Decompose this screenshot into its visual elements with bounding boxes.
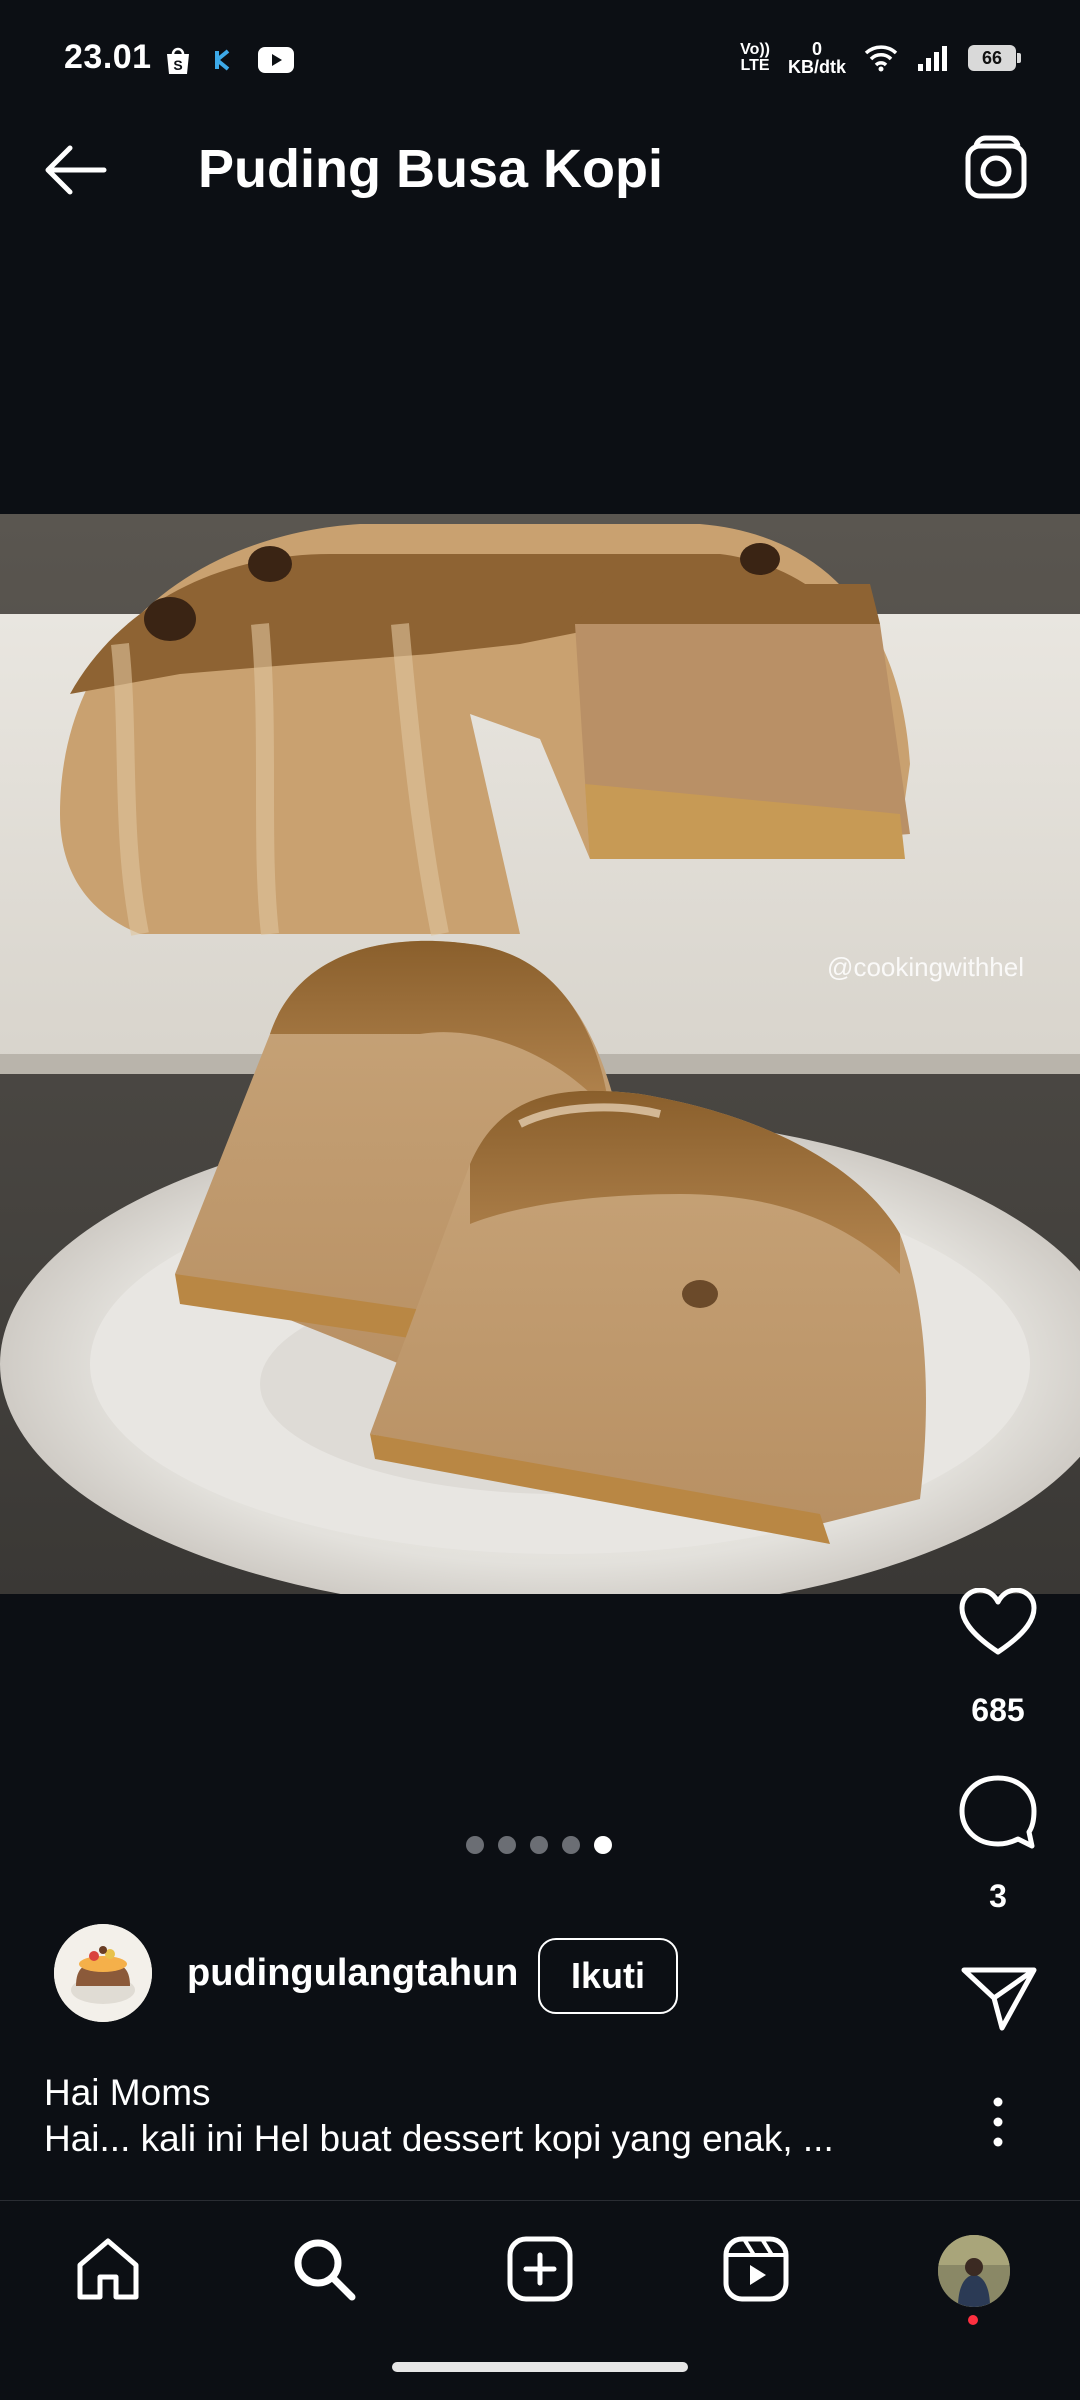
back-arrow-icon[interactable] <box>40 140 112 200</box>
reels-icon[interactable] <box>718 2231 794 2307</box>
heart-icon[interactable] <box>948 1588 1048 1658</box>
notification-dot <box>968 2315 978 2325</box>
search-icon[interactable] <box>286 2231 362 2307</box>
post-caption[interactable]: Hai Moms Hai... kali ini Hel buat desser… <box>44 2070 904 2162</box>
create-icon[interactable] <box>502 2231 578 2307</box>
post-image[interactable]: @cookingwithhel <box>0 514 1080 1594</box>
status-left-icons: S <box>164 44 294 76</box>
carousel-dot <box>498 1836 516 1854</box>
author-username[interactable]: pudingulangtahun <box>187 1952 518 1995</box>
carousel-indicator <box>466 1836 612 1854</box>
battery-icon: 66 <box>968 45 1021 71</box>
carousel-dot <box>530 1836 548 1854</box>
comments-count[interactable]: 3 <box>948 1878 1048 1915</box>
net-speed: 0 KB/dtk <box>788 40 846 76</box>
status-time: 23.01 <box>64 38 152 76</box>
page-title: Puding Busa Kopi <box>198 139 663 199</box>
carousel-dot <box>466 1836 484 1854</box>
wifi-icon <box>864 45 898 72</box>
svg-text:S: S <box>173 57 182 73</box>
caption-line-2: Hai... kali ini Hel buat dessert kopi ya… <box>44 2118 834 2159</box>
image-watermark: @cookingwithhel <box>827 952 1024 982</box>
youtube-icon <box>258 47 294 73</box>
header: Puding Busa Kopi <box>0 92 1080 252</box>
status-right-icons: Vo)) LTE 0 KB/dtk 66 <box>740 40 1021 76</box>
bottom-navigation <box>0 2200 1080 2339</box>
shopee-icon: S <box>167 47 189 74</box>
share-icon[interactable] <box>948 1964 1048 2034</box>
caption-line-1: Hai Moms <box>44 2072 211 2113</box>
status-bar: 23.01 S Vo)) LTE 0 KB/dtk 66 <box>0 0 1080 92</box>
author-row: pudingulangtahun Ikuti <box>54 1924 954 2024</box>
likes-count[interactable]: 685 <box>948 1692 1048 1729</box>
signal-icon <box>918 46 947 71</box>
net-speed-unit: KB/dtk <box>788 57 846 77</box>
pudding-photo <box>0 514 1080 1594</box>
home-indicator[interactable] <box>392 2362 688 2372</box>
camera-icon[interactable] <box>962 134 1032 204</box>
comment-icon[interactable] <box>948 1774 1048 1850</box>
volte-icon: Vo)) LTE <box>740 41 770 74</box>
home-icon[interactable] <box>70 2231 146 2307</box>
net-speed-value: 0 <box>811 39 822 59</box>
follow-button[interactable]: Ikuti <box>538 1938 678 2014</box>
author-avatar[interactable] <box>54 1924 152 2022</box>
profile-avatar[interactable] <box>936 2233 1012 2309</box>
k-app-icon <box>215 49 230 71</box>
carousel-dot <box>562 1836 580 1854</box>
more-options-icon[interactable] <box>984 2094 1012 2150</box>
carousel-dot-active <box>594 1836 612 1854</box>
